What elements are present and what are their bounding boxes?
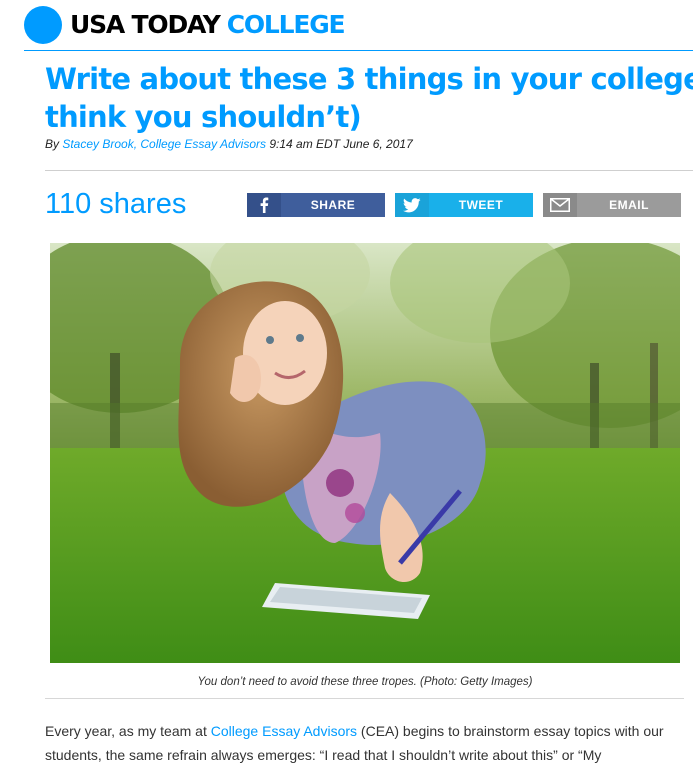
body-text-start: Every year, as my team at — [45, 723, 211, 739]
envelope-icon — [543, 193, 577, 217]
headline-line-2: think you shouldn’t) — [45, 100, 362, 134]
twitter-tweet-button[interactable]: TWEET — [395, 193, 533, 217]
byline-divider — [45, 170, 693, 171]
email-share-button[interactable]: EMAIL — [543, 193, 681, 217]
headline-line-1: Write about these 3 things in your colle… — [45, 62, 693, 96]
photo-girl-in-park — [50, 243, 680, 663]
logo-circle-icon — [24, 6, 62, 44]
body-line-2: students, the same refrain always emerge… — [45, 747, 602, 763]
article-headline: Write about these 3 things in your colle… — [45, 60, 693, 136]
byline-prefix: By — [45, 137, 63, 151]
cea-link[interactable]: College Essay Advisors — [211, 723, 357, 739]
byline: By Stacey Brook, College Essay Advisors … — [45, 137, 413, 151]
facebook-share-button[interactable]: SHARE — [247, 193, 385, 217]
article-body: Every year, as my team at College Essay … — [45, 719, 693, 767]
facebook-share-label: SHARE — [310, 198, 356, 212]
facebook-icon — [247, 193, 281, 217]
twitter-bird-icon — [395, 193, 429, 217]
author-link[interactable]: Stacey Brook, College Essay Advisors — [62, 137, 266, 151]
photo-caption: You don’t need to avoid these three trop… — [197, 676, 533, 688]
logo-brand: USA TODAY — [70, 10, 221, 39]
header-divider — [24, 50, 693, 51]
logo-section: COLLEGE — [226, 10, 346, 39]
logo-text: USA TODAY COLLEGE — [70, 6, 346, 44]
twitter-tweet-label: TWEET — [458, 198, 504, 212]
email-share-label: EMAIL — [609, 198, 649, 212]
site-logo[interactable]: USA TODAY COLLEGE — [24, 6, 346, 44]
body-text-rest: (CEA) begins to brainstorm essay topics … — [357, 723, 664, 739]
timestamp: 9:14 am EDT June 6, 2017 — [266, 137, 413, 151]
body-line-1: Every year, as my team at College Essay … — [45, 719, 693, 743]
article-photo — [50, 243, 680, 663]
caption-divider — [45, 698, 684, 699]
share-count: 110 shares — [45, 188, 187, 220]
